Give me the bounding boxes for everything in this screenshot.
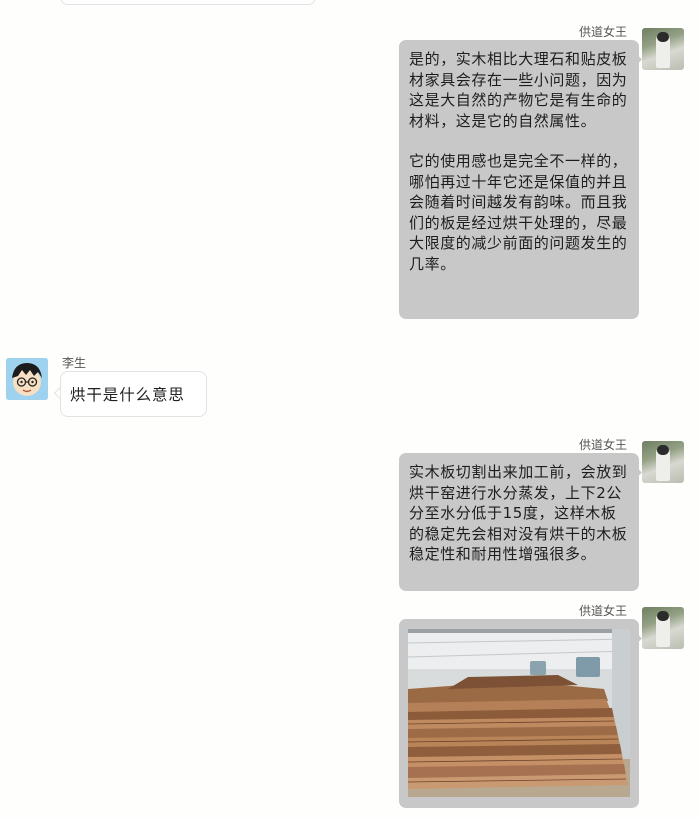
message-bubble[interactable]: 实木板切割出来加工前，会放到烘干窑进行水分蒸发，上下2公分至水分低于15度，这样… <box>399 453 639 591</box>
sender-name: 供道女王 <box>578 604 627 618</box>
sender-avatar[interactable] <box>642 441 684 483</box>
sender-name: 供道女王 <box>578 25 627 39</box>
message-bubble[interactable]: 是的，实木相比大理石和贴皮板材家具会存在一些小问题，因为这是大自然的产物它是有生… <box>399 40 639 319</box>
message-text: 烘干是什么意思 <box>70 386 185 404</box>
sender-avatar[interactable] <box>642 607 684 649</box>
message-text: 实木板切割出来加工前，会放到烘干窑进行水分蒸发，上下2公分至水分低于15度，这样… <box>409 463 628 563</box>
sender-name: 供道女王 <box>578 438 627 452</box>
message-bubble[interactable]: 烘干是什么意思 <box>60 371 207 417</box>
timber-stack <box>408 675 628 789</box>
sender-avatar[interactable] <box>642 28 684 70</box>
image-message-bubble[interactable] <box>399 619 639 808</box>
message-text: 它的使用感也是完全不一样的，哪怕再过十年它还是保值的并且会随着时间越发有韵味。而… <box>409 152 628 273</box>
timber-kiln-photo[interactable] <box>408 629 630 797</box>
sender-name: 李生 <box>62 356 87 370</box>
cartoon-boy-icon <box>6 358 48 400</box>
message-text: 是的，实木相比大理石和贴皮板材家具会存在一些小问题，因为这是大自然的产物它是有生… <box>409 50 628 130</box>
sender-avatar[interactable] <box>6 358 48 400</box>
previous-message-bubble[interactable] <box>60 0 316 5</box>
